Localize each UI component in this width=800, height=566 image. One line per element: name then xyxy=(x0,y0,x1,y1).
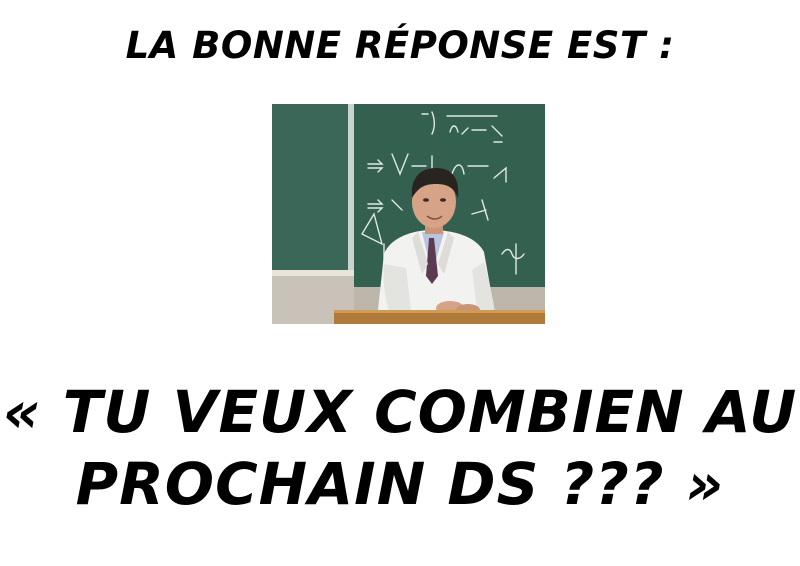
quote-line-1: « TU VEUX COMBIEN AU xyxy=(2,378,798,446)
teacher-illustration xyxy=(272,104,545,324)
quote-text: « TU VEUX COMBIEN AU PROCHAIN DS ??? » xyxy=(0,376,800,520)
teacher-photo xyxy=(272,104,545,324)
quote-line-2: PROCHAIN DS ??? » xyxy=(75,450,725,518)
desk xyxy=(334,312,545,324)
slide-heading: LA BONNE RÉPONSE EST : xyxy=(125,24,675,67)
